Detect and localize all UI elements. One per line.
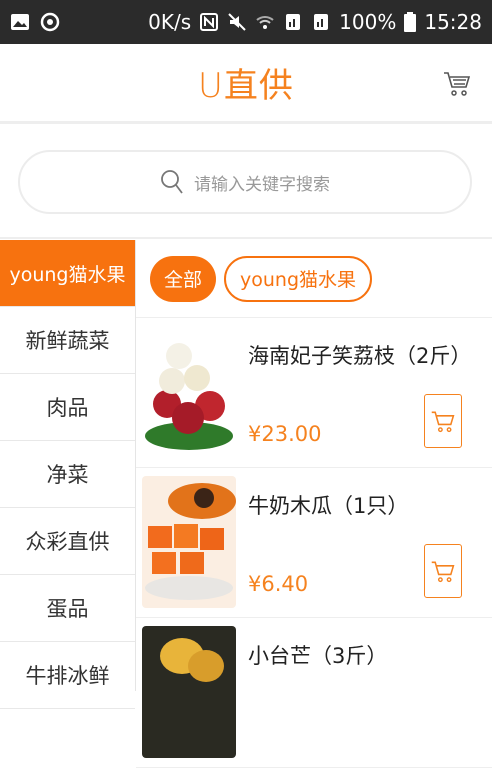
product-name: 海南妃子笑荔枝（2斤） [248,344,472,368]
sidebar-item-meat[interactable]: 肉品 [0,374,135,441]
category-sidebar: young猫水果 新鲜蔬菜 肉品 净菜 众彩直供 蛋品 牛排冰鲜 [0,240,136,709]
search-section: 请输入关键字搜索 [0,127,492,239]
battery-icon [404,12,417,32]
sidebar-item-zhongcai[interactable]: 众彩直供 [0,508,135,575]
sync-icon [40,12,60,32]
filter-all-chip[interactable]: 全部 [150,255,217,302]
battery-percent: 100% [339,10,397,34]
sidebar-item-vegetables[interactable]: 新鲜蔬菜 [0,307,135,374]
add-to-cart-button[interactable] [424,394,462,448]
network-speed: 0K/s [148,10,192,34]
filter-bar: 全部 young猫水果 [136,240,492,318]
search-input[interactable]: 请输入关键字搜索 [18,150,472,214]
filter-category-chip[interactable]: young猫水果 [224,255,373,302]
product-image-papaya [142,476,236,608]
search-placeholder: 请输入关键字搜索 [194,174,330,195]
cart-icon [431,411,455,433]
status-bar: 0K/s 100% 15:28 [0,0,492,44]
signal-icon [286,14,301,30]
wifi-icon [256,16,274,29]
product-item[interactable]: 牛奶木瓜（1只） ¥6.40 [136,468,492,618]
product-price: ¥6.40 [248,572,309,596]
product-price: ¥23.00 [248,422,322,446]
cart-icon[interactable] [442,68,472,98]
clock: 15:28 [424,10,482,34]
product-image-lychee [142,326,236,458]
signal-icon-2 [314,14,329,30]
cart-icon [431,561,455,583]
product-list-panel: 全部 young猫水果 海南妃子笑荔枝（2斤） ¥23.00 牛奶木瓜（1只） … [136,240,492,768]
page-title: U直供 [198,66,294,106]
sidebar-item-steak[interactable]: 牛排冰鲜 [0,642,135,709]
sidebar-item-clean-veg[interactable]: 净菜 [0,441,135,508]
product-item[interactable]: 海南妃子笑荔枝（2斤） ¥23.00 [136,318,492,468]
add-to-cart-button[interactable] [424,544,462,598]
mute-icon [228,13,246,31]
sidebar-item-young-fruit[interactable]: young猫水果 [0,240,135,307]
sidebar-item-eggs[interactable]: 蛋品 [0,575,135,642]
product-item[interactable]: 小台芒（3斤） [136,618,492,768]
product-name: 牛奶木瓜（1只） [248,494,409,518]
nfc-icon [200,13,219,31]
search-icon [161,170,183,194]
product-name: 小台芒（3斤） [248,644,388,668]
image-icon [11,14,29,30]
product-image-mango [142,626,236,758]
app-header: U直供 [0,44,492,124]
